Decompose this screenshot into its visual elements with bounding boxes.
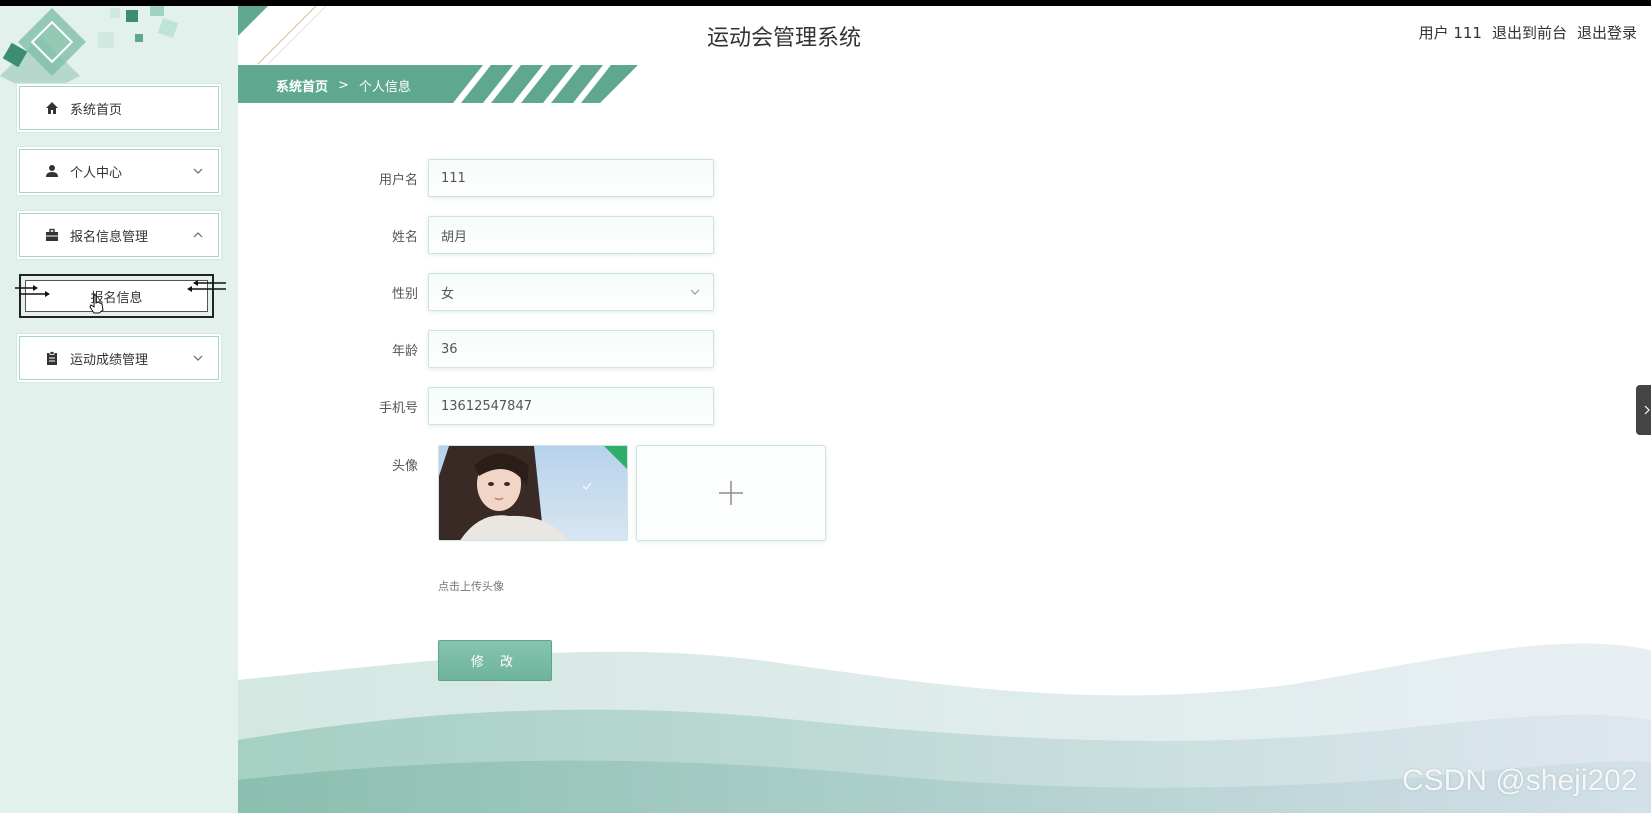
arrow-left-icon <box>187 280 226 292</box>
front-link[interactable]: 退出到前台 <box>1492 22 1567 43</box>
age-row: 年龄 36 <box>360 330 714 368</box>
briefcase-icon <box>44 227 60 243</box>
name-row: 姓名 胡月 <box>360 216 714 254</box>
age-label: 年龄 <box>391 343 418 359</box>
sidebar-decoration <box>0 6 179 96</box>
header-decoration <box>238 6 327 64</box>
gender-label: 性别 <box>391 286 418 302</box>
modify-button[interactable]: 修 改 <box>438 640 552 681</box>
upload-hint: 点击上传头像 <box>438 580 504 593</box>
sidebar-subitem-registration-info[interactable]: 报名信息 <box>15 274 226 318</box>
sidebar-item-label: 系统首页 <box>70 102 123 118</box>
chevron-down-icon <box>690 289 700 295</box>
chevron-down-icon <box>193 355 203 361</box>
age-field[interactable]: 36 <box>428 330 714 368</box>
username-row: 用户名 111 <box>360 159 714 197</box>
name-field[interactable]: 胡月 <box>428 216 714 254</box>
watermark: CSDN @sheji202 <box>1402 764 1638 797</box>
chevron-right-icon <box>1644 405 1650 415</box>
gender-value: 女 <box>441 286 455 302</box>
clipboard-icon <box>44 350 60 366</box>
avatar-row: 头像 <box>360 455 428 474</box>
user-icon <box>44 163 60 179</box>
sidebar-item-home[interactable]: 系统首页 <box>19 86 219 130</box>
sidebar-item-score-management[interactable]: 运动成绩管理 <box>19 336 219 380</box>
avatar-image[interactable] <box>438 445 628 541</box>
sidebar-item-registration-management[interactable]: 报名信息管理 <box>19 213 219 257</box>
chevron-down-icon <box>193 168 203 174</box>
phone-label: 手机号 <box>378 400 418 416</box>
header-user-menu: 用户 111 退出到前台 退出登录 <box>1419 22 1637 43</box>
hand-cursor-icon <box>89 294 104 314</box>
phone-field[interactable]: 13612547847 <box>428 387 714 425</box>
avatar-label: 头像 <box>391 459 418 474</box>
username-label: 用户名 <box>378 172 418 188</box>
avatar-upload-button[interactable] <box>636 445 826 541</box>
name-label: 姓名 <box>391 229 418 245</box>
username-field[interactable]: 111 <box>428 159 714 197</box>
breadcrumb-home[interactable]: 系统首页 <box>276 76 328 95</box>
side-panel-toggle[interactable] <box>1636 385 1651 435</box>
home-icon <box>44 100 60 116</box>
gender-select[interactable]: 女 <box>428 273 714 311</box>
phone-row: 手机号 13612547847 <box>360 387 714 425</box>
header: 运动会管理系统 用户 111 退出到前台 退出登录 <box>238 6 1651 64</box>
sidebar-item-label: 个人中心 <box>70 165 123 181</box>
breadcrumb-current: 个人信息 <box>358 80 411 95</box>
sidebar: 系统首页 个人中心 报名信息管理 报名信息 运动成绩管理 <box>0 6 238 813</box>
page-title: 运动会管理系统 <box>706 26 861 51</box>
sidebar-item-label: 运动成绩管理 <box>70 352 149 368</box>
user-label: 用户 111 <box>1418 24 1482 42</box>
sidebar-item-label: 报名信息管理 <box>70 229 149 245</box>
chevron-up-icon <box>193 232 203 238</box>
gender-row: 性别 女 <box>360 273 714 311</box>
arrow-right-icon <box>15 285 50 297</box>
breadcrumb: 系统首页 > 个人信息 <box>276 76 411 95</box>
breadcrumb-separator: > <box>338 78 349 93</box>
sidebar-item-personal-center[interactable]: 个人中心 <box>19 149 219 193</box>
breadcrumb-bar: 系统首页 > 个人信息 <box>238 65 638 103</box>
plus-icon <box>719 481 743 505</box>
logout-link[interactable]: 退出登录 <box>1577 22 1637 43</box>
